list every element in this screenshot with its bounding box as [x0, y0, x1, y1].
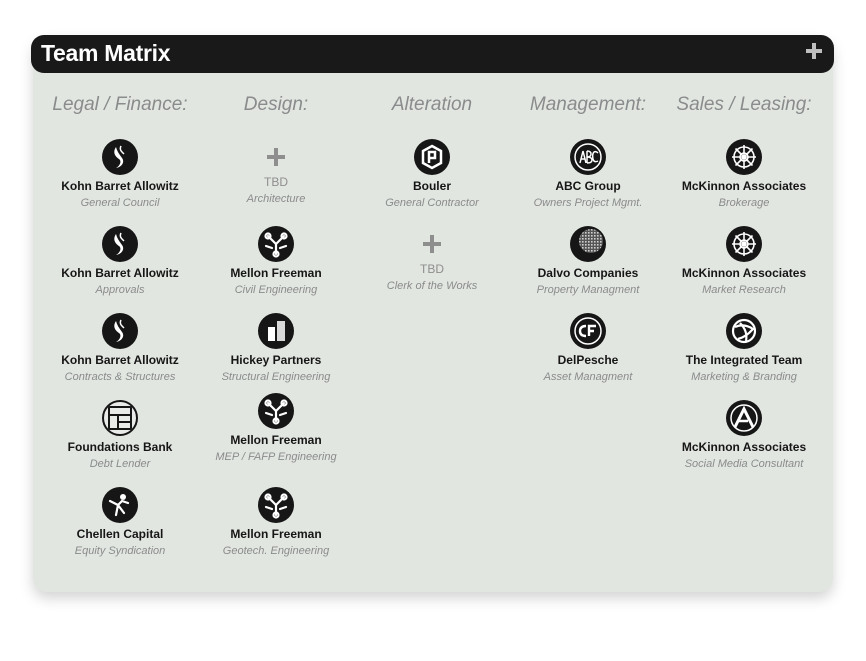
team-card[interactable]: Foundations Bank Debt Lender: [40, 400, 200, 470]
member-name: Bouler: [412, 179, 451, 193]
member-role: Brokerage: [718, 197, 770, 209]
team-card[interactable]: Mellon Freeman Geotech. Engineering: [196, 487, 356, 557]
team-card[interactable]: ABC Group Owners Project Mgmt.: [508, 139, 668, 209]
member-name: Mellon Freeman: [230, 433, 322, 447]
page-title: Team Matrix: [41, 40, 171, 66]
member-role: Debt Lender: [89, 458, 151, 470]
abc-logo-icon: [570, 139, 606, 175]
member-name: McKinnon Associates: [681, 179, 807, 193]
member-name: Foundations Bank: [67, 440, 173, 454]
member-name: ABC Group: [555, 179, 621, 193]
team-card[interactable]: Bouler General Contractor: [352, 139, 512, 209]
bouler-logo-icon: [414, 139, 450, 175]
team-card[interactable]: Mellon Freeman Civil Engineering: [196, 226, 356, 296]
mckinnon-logo-icon: [726, 226, 762, 262]
team-card[interactable]: Mellon Freeman MEP / FAFP Engineering: [196, 393, 356, 463]
member-role: Social Media Consultant: [684, 458, 804, 470]
member-role: Contracts & Structures: [64, 371, 176, 383]
mellon-logo-icon: [258, 226, 294, 262]
member-name: Kohn Barret Allowitz: [61, 179, 179, 193]
team-card[interactable]: Kohn Barret Allowitz General Council: [40, 139, 200, 209]
member-name: McKinnon Associates: [681, 440, 807, 454]
team-card-tbd[interactable]: TBD Clerk of the Works: [352, 226, 512, 292]
member-role: General Council: [80, 197, 160, 209]
member-name: Mellon Freeman: [230, 527, 322, 541]
member-role: Owners Project Mgmt.: [533, 197, 643, 209]
dalvo-logo-icon: [570, 226, 606, 262]
member-name: Hickey Partners: [230, 353, 322, 367]
team-card[interactable]: McKinnon Associates Market Research: [664, 226, 824, 296]
member-name: Dalvo Companies: [537, 266, 639, 280]
team-card[interactable]: Kohn Barret Allowitz Contracts & Structu…: [40, 313, 200, 383]
hickey-logo-icon: [258, 313, 294, 349]
kohn-logo-icon: [102, 313, 138, 349]
member-name: Kohn Barret Allowitz: [61, 353, 179, 367]
member-name: DelPesche: [557, 353, 619, 367]
member-role: Property Managment: [536, 284, 640, 296]
kohn-logo-icon: [102, 139, 138, 175]
mckinnon-logo-icon: [726, 139, 762, 175]
member-role: Approvals: [95, 284, 145, 296]
delpesche-logo-icon: [570, 313, 606, 349]
mellon-logo-icon: [258, 393, 294, 429]
member-role: General Contractor: [385, 197, 479, 209]
member-role: Equity Syndication: [74, 545, 166, 557]
column-header-sales-leasing: Sales / Leasing:: [676, 94, 812, 115]
integrated-logo-icon: [726, 313, 762, 349]
member-role: MEP / FAFP Engineering: [215, 451, 337, 463]
column-header-alteration: Alteration: [391, 94, 473, 115]
mellon-logo-icon: [258, 487, 294, 523]
member-role: Market Research: [702, 284, 786, 296]
kohn-logo-icon: [102, 226, 138, 262]
team-card[interactable]: Chellen Capital Equity Syndication: [40, 487, 200, 557]
social-logo-icon: [726, 400, 762, 436]
column-header-management: Management:: [529, 94, 647, 115]
member-role: Structural Engineering: [221, 371, 331, 383]
team-card-tbd[interactable]: TBD Architecture: [196, 139, 356, 205]
member-name: TBD: [420, 262, 444, 276]
member-name: Chellen Capital: [76, 527, 164, 541]
member-role: Clerk of the Works: [386, 280, 478, 292]
team-card[interactable]: Dalvo Companies Property Managment: [508, 226, 668, 296]
team-card[interactable]: McKinnon Associates Social Media Consult…: [664, 400, 824, 470]
add-button[interactable]: [806, 43, 822, 59]
add-icon[interactable]: [267, 148, 285, 166]
member-name: Kohn Barret Allowitz: [61, 266, 179, 280]
member-role: Civil Engineering: [234, 284, 318, 296]
title-bar: Team Matrix: [31, 35, 834, 73]
team-card[interactable]: Hickey Partners Structural Engineering: [196, 313, 356, 383]
team-card[interactable]: Kohn Barret Allowitz Approvals: [40, 226, 200, 296]
member-name: McKinnon Associates: [681, 266, 807, 280]
add-icon[interactable]: [423, 235, 441, 253]
member-role: Asset Managment: [543, 371, 633, 383]
column-header-legal-finance: Legal / Finance:: [52, 94, 188, 115]
team-card[interactable]: McKinnon Associates Brokerage: [664, 139, 824, 209]
member-role: Architecture: [246, 193, 306, 205]
member-role: Marketing & Branding: [691, 371, 797, 383]
member-name: Mellon Freeman: [230, 266, 322, 280]
member-name: The Integrated Team: [685, 353, 803, 367]
foundations-logo-icon: [102, 400, 138, 436]
member-name: TBD: [264, 175, 288, 189]
chellen-logo-icon: [102, 487, 138, 523]
column-header-design: Design:: [243, 94, 309, 115]
team-card[interactable]: DelPesche Asset Managment: [508, 313, 668, 383]
member-role: Geotech. Engineering: [222, 545, 330, 557]
team-card[interactable]: The Integrated Team Marketing & Branding: [664, 313, 824, 383]
